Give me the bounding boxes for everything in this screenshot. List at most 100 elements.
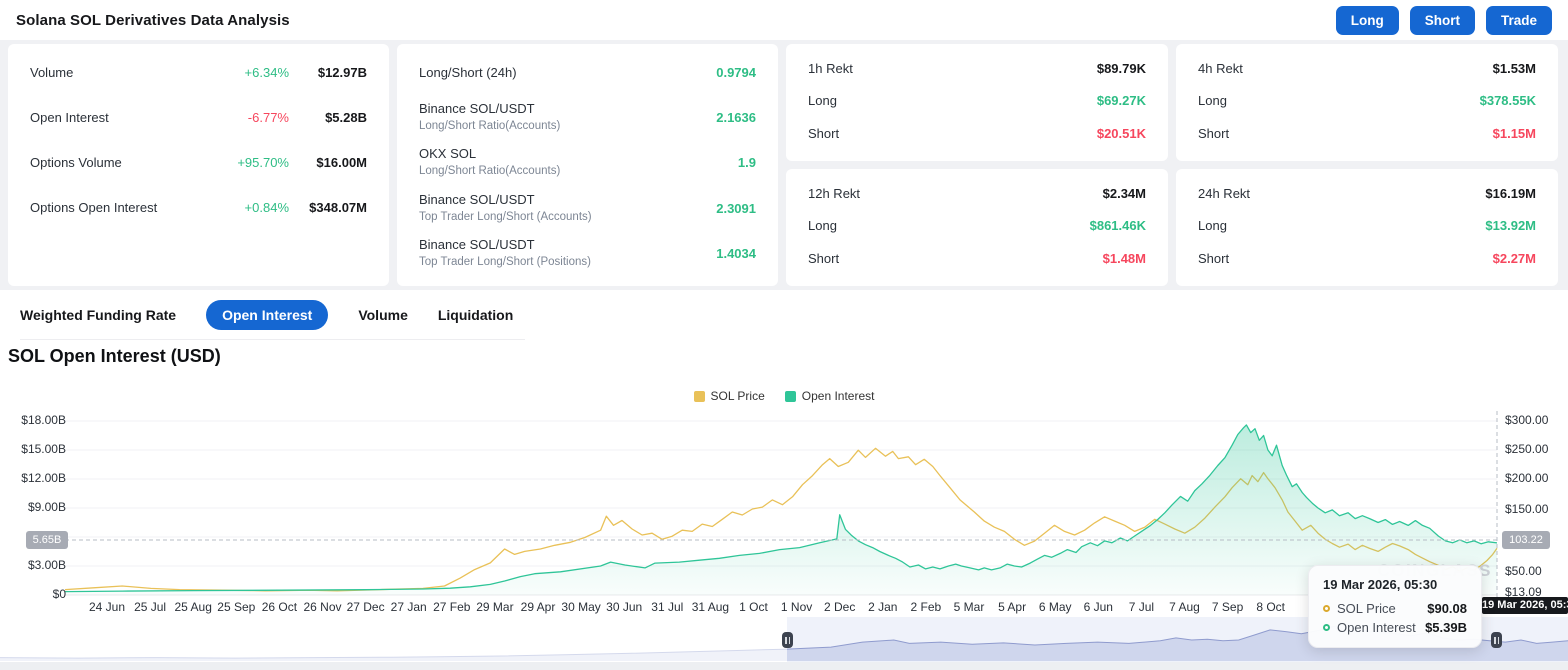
ratio-row: OKX SOL Long/Short Ratio(Accounts) 1.9 (419, 140, 756, 185)
rekt-title: 24h Rekt (1198, 185, 1251, 201)
tab-volume[interactable]: Volume (358, 307, 408, 323)
rekt-long-label: Long (808, 93, 837, 109)
navigator-left-handle[interactable] (782, 632, 793, 648)
ratio-value: 2.3091 (716, 200, 756, 216)
axis-tick-label: 1 Oct (739, 600, 768, 614)
axis-tick-label: 1 Nov (780, 600, 813, 614)
axis-tick-label: 7 Aug (1169, 600, 1200, 614)
ratio-row: Long/Short (24h) 0.9794 (419, 50, 756, 95)
rekt-short-value: $1.15M (1492, 125, 1536, 141)
axis-tick-label: 31 Aug (691, 600, 730, 614)
axis-tick-label: 31 Jul (651, 600, 684, 614)
rekt-total: $1.53M (1492, 60, 1536, 76)
axis-tick-label: 2 Feb (910, 600, 942, 614)
axis-tick-label: 25 Jul (134, 600, 167, 614)
long-short-ratios-card: Long/Short (24h) 0.9794 Binance SOL/USDT… (397, 44, 778, 286)
legend-label: SOL Price (710, 389, 765, 403)
sol-price-dot-icon (1323, 605, 1330, 612)
stat-row: Options Open Interest +0.84% $348.07M (30, 185, 367, 230)
header-actions: Long Short Trade (1335, 5, 1552, 35)
stat-label: Volume (30, 65, 74, 80)
stat-label: Options Volume (30, 155, 122, 170)
rekt-total: $89.79K (1096, 60, 1146, 76)
stat-value: $348.07M (309, 200, 367, 215)
axis-tick-label: 5 Mar (953, 600, 985, 614)
legend-sol-price[interactable]: SOL Price (693, 389, 765, 403)
axis-tick-label: 7 Sep (1211, 600, 1244, 614)
axis-tick-label: $9.00B (27, 500, 66, 514)
long-button[interactable]: Long (1335, 5, 1399, 35)
axis-tick-label: 30 Jun (606, 600, 643, 614)
ratio-row: Binance SOL/USDT Long/Short Ratio(Accoun… (419, 95, 756, 140)
stat-value: $12.97B (317, 65, 367, 80)
ratio-label: OKX SOL (419, 146, 477, 162)
ratio-label: Long/Short (24h) (419, 64, 517, 80)
rekt-1h-card: 1h Rekt $89.79K Long $69.27K Short $20.51K (786, 44, 1168, 161)
open-interest-chart[interactable]: SOL Price Open Interest $18.00B $15.00B $1… (0, 385, 1568, 670)
navigator-right-handle[interactable] (1491, 632, 1502, 648)
ratio-value: 0.9794 (716, 65, 756, 81)
short-button[interactable]: Short (1409, 5, 1475, 35)
chart-tabs: Weighted Funding Rate Open Interest Volu… (20, 300, 526, 340)
chart-tooltip: 19 Mar 2026, 05:30 SOL Price $90.08 Open… (1308, 565, 1482, 648)
ratio-sublabel: Long/Short Ratio(Accounts) (419, 165, 561, 178)
ratio-sublabel: Top Trader Long/Short (Accounts) (419, 210, 592, 223)
axis-tick-label: $12.00B (21, 471, 66, 485)
rekt-short-label: Short (1198, 250, 1230, 266)
axis-tick-label: 27 Jan (390, 600, 427, 614)
stat-row: Open Interest -6.77% $5.28B (30, 95, 367, 140)
rekt-4h-card: 4h Rekt $1.53M Long $378.55K Short $1.15M (1176, 44, 1558, 161)
derivatives-dashboard: Solana SOL Derivatives Data Analysis Lon… (0, 0, 1568, 670)
axis-tick-label: 29 Mar (476, 600, 514, 614)
axis-tick-label: 2 Dec (824, 600, 856, 614)
rekt-12h-card: 12h Rekt $2.34M Long $861.46K Short $1.48M (786, 169, 1168, 286)
axis-tick-label: $150.00 (1505, 502, 1549, 516)
stat-change: +6.34% (244, 65, 289, 80)
page-title: Solana SOL Derivatives Data Analysis (16, 11, 290, 29)
stat-change: +0.84% (244, 200, 289, 215)
tooltip-date: 19 Mar 2026, 05:30 (1323, 577, 1438, 592)
axis-tick-label: 29 Apr (520, 600, 556, 614)
tooltip-label: Open Interest (1337, 620, 1416, 635)
open-interest-dot-icon (1323, 624, 1330, 631)
rekt-total: $2.34M (1102, 185, 1146, 201)
ratio-sublabel: Top Trader Long/Short (Positions) (419, 255, 591, 268)
tab-liquidation[interactable]: Liquidation (438, 307, 513, 323)
rekt-short-value: $20.51K (1096, 125, 1146, 141)
axis-tick-label: 26 Nov (303, 600, 342, 614)
axis-tick-label: $200.00 (1505, 471, 1549, 485)
axis-tick-label: 30 May (561, 600, 601, 614)
stat-row: Volume +6.34% $12.97B (30, 50, 367, 95)
trade-button[interactable]: Trade (1485, 5, 1552, 35)
rekt-short-label: Short (808, 125, 840, 141)
axis-tick-label: 5 Apr (998, 600, 1027, 614)
tab-open-interest[interactable]: Open Interest (206, 300, 329, 330)
rekt-column-2: 4h Rekt $1.53M Long $378.55K Short $1.15M 2… (1176, 44, 1558, 286)
tab-weighted-funding-rate[interactable]: Weighted Funding Rate (20, 307, 176, 323)
stat-change: -6.77% (247, 110, 289, 125)
ratio-label: Binance SOL/USDT (419, 236, 535, 252)
rekt-title: 4h Rekt (1198, 60, 1243, 76)
tooltip-value: $5.39B (1425, 620, 1467, 635)
stat-change: +95.70% (237, 155, 289, 170)
axis-tick-label: 27 Dec (346, 600, 385, 614)
axis-tick-label: 2 Jan (868, 600, 898, 614)
rekt-long-value: $13.92M (1485, 218, 1536, 234)
rekt-24h-card: 24h Rekt $16.19M Long $13.92M Short $2.27M (1176, 169, 1558, 286)
stat-label: Open Interest (30, 110, 109, 125)
rekt-column-1: 1h Rekt $89.79K Long $69.27K Short $20.51K … (786, 44, 1168, 286)
rekt-long-value: $861.46K (1089, 218, 1146, 234)
rekt-long-label: Long (1198, 93, 1227, 109)
tooltip-value: $90.08 (1427, 601, 1467, 616)
ratio-row: Binance SOL/USDT Top Trader Long/Short (… (419, 231, 756, 276)
ratio-sublabel: Long/Short Ratio(Accounts) (419, 120, 561, 133)
axis-tick-label: $300.00 (1505, 413, 1549, 427)
oi-crosshair-badge: 5.65B (26, 531, 68, 549)
axis-tick-label: 26 Oct (261, 600, 298, 614)
rekt-title: 12h Rekt (808, 185, 861, 201)
stat-value: $16.00M (316, 155, 367, 170)
axis-tick-label: $250.00 (1505, 442, 1549, 456)
legend-open-interest[interactable]: Open Interest (784, 389, 874, 403)
rekt-short-label: Short (1198, 125, 1230, 141)
axis-tick-label: 8 Oct (1256, 600, 1286, 614)
